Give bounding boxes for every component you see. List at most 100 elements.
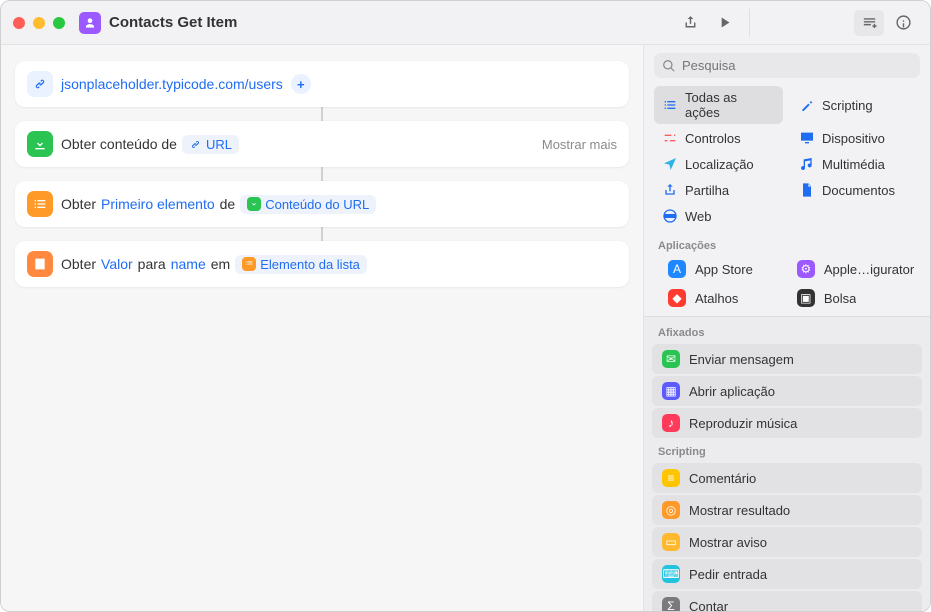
share-button[interactable]: [675, 10, 705, 36]
window: Contacts Get Item jsonplaceholder: [0, 0, 931, 612]
list-item-variable-pill[interactable]: Elemento da lista: [235, 255, 367, 274]
location-icon: [662, 156, 678, 172]
action-url[interactable]: jsonplaceholder.typicode.com/users +: [15, 61, 629, 107]
app-stocks[interactable]: ▣ Bolsa: [783, 284, 928, 312]
category-all-actions[interactable]: Todas as ações: [654, 86, 783, 124]
app-apple-configurator[interactable]: ⚙ Apple…igurator: [783, 255, 928, 283]
scripting-count[interactable]: Σ Contar: [652, 591, 922, 611]
toolbar-divider: [749, 9, 750, 37]
url-value[interactable]: jsonplaceholder.typicode.com/users: [61, 76, 283, 92]
display-icon: [799, 130, 815, 146]
sidebar: Todas as ações Scripting Controlos Dispo…: [643, 45, 930, 611]
contents-variable-pill[interactable]: Conteúdo do URL: [240, 195, 376, 214]
category-device[interactable]: Dispositivo: [791, 126, 920, 150]
category-documents[interactable]: Documentos: [791, 178, 920, 202]
key[interactable]: name: [171, 256, 206, 272]
alert-icon: ▭: [662, 533, 680, 551]
category-label: Scripting: [822, 98, 873, 113]
apps-header: Aplicações: [644, 234, 930, 255]
label: Obter conteúdo de: [61, 136, 177, 152]
param[interactable]: Valor: [101, 256, 133, 272]
pill-text: Elemento da lista: [260, 257, 360, 272]
scripting-show-alert[interactable]: ▭ Mostrar aviso: [652, 527, 922, 557]
scripting-ask-input[interactable]: ⌨ Pedir entrada: [652, 559, 922, 589]
window-title: Contacts Get Item: [109, 14, 237, 31]
list-icon: [662, 97, 678, 113]
minimize-window[interactable]: [33, 17, 45, 29]
connector: [321, 107, 323, 121]
maximize-window[interactable]: [53, 17, 65, 29]
input-icon: ⌨: [662, 565, 680, 583]
in-label: em: [211, 256, 230, 272]
share-icon: [662, 182, 678, 198]
pill-text: Conteúdo do URL: [265, 197, 369, 212]
link-icon: [27, 71, 53, 97]
script-label: Comentário: [689, 471, 756, 486]
show-more-button[interactable]: Mostrar mais: [542, 137, 617, 152]
library-button[interactable]: [854, 10, 884, 36]
scripting-comment[interactable]: ≡ Comentário: [652, 463, 922, 493]
run-button[interactable]: [709, 10, 739, 36]
category-sharing[interactable]: Partilha: [654, 178, 783, 202]
label: Obter: [61, 196, 96, 212]
label: Obter: [61, 256, 96, 272]
add-url-button[interactable]: +: [291, 74, 311, 94]
app-shortcuts[interactable]: ◆ Atalhos: [654, 284, 767, 312]
action-get-contents[interactable]: Obter conteúdo de URL Mostrar mais: [15, 121, 629, 167]
category-grid: Todas as ações Scripting Controlos Dispo…: [644, 86, 930, 234]
dictionary-icon: [27, 251, 53, 277]
category-label: Localização: [685, 157, 754, 172]
app-app-store[interactable]: A App Store: [654, 255, 767, 283]
scripting-header: Scripting: [644, 440, 930, 461]
scripting-show-result[interactable]: ◎ Mostrar resultado: [652, 495, 922, 525]
category-scripting[interactable]: Scripting: [791, 86, 920, 124]
lower-panel: Afixados ✉ Enviar mensagem ▦ Abrir aplic…: [644, 316, 930, 611]
traffic-lights: [13, 17, 65, 29]
for-label: para: [138, 256, 166, 272]
param[interactable]: Primeiro elemento: [101, 196, 215, 212]
category-controls[interactable]: Controlos: [654, 126, 783, 150]
pinned-header: Afixados: [644, 321, 930, 342]
action-get-first[interactable]: Obter Primeiro elemento de Conteúdo do U…: [15, 181, 629, 227]
pill-text: URL: [206, 137, 232, 152]
music-icon: [799, 156, 815, 172]
open-app-icon: ▦: [662, 382, 680, 400]
wand-icon: [799, 97, 815, 113]
pinned-open-app[interactable]: ▦ Abrir aplicação: [652, 376, 922, 406]
shortcut-icon: [79, 12, 101, 34]
music-icon: ♪: [662, 414, 680, 432]
category-location[interactable]: Localização: [654, 152, 783, 176]
category-label: Partilha: [685, 183, 729, 198]
close-window[interactable]: [13, 17, 25, 29]
category-label: Multimédia: [822, 157, 885, 172]
script-label: Mostrar aviso: [689, 535, 767, 550]
pin-label: Abrir aplicação: [689, 384, 775, 399]
script-label: Contar: [689, 599, 728, 612]
app-label: Atalhos: [695, 291, 738, 306]
pin-label: Enviar mensagem: [689, 352, 794, 367]
url-variable-pill[interactable]: URL: [182, 135, 239, 154]
messages-icon: ✉: [662, 350, 680, 368]
category-label: Controlos: [685, 131, 741, 146]
download-icon: [27, 131, 53, 157]
result-icon: ◎: [662, 501, 680, 519]
apps-grid: A App Store ⚙ Apple…igurator ◆ Atalhos ▣…: [644, 255, 930, 316]
category-label: Dispositivo: [822, 131, 885, 146]
script-label: Pedir entrada: [689, 567, 767, 582]
pinned-play-music[interactable]: ♪ Reproduzir música: [652, 408, 922, 438]
list-icon: [27, 191, 53, 217]
category-label: Documentos: [822, 183, 895, 198]
globe-icon: [662, 208, 678, 224]
search-field[interactable]: [654, 53, 920, 78]
pinned-send-message[interactable]: ✉ Enviar mensagem: [652, 344, 922, 374]
shortcuts-icon: ◆: [668, 289, 686, 307]
category-web[interactable]: Web: [654, 204, 783, 228]
action-get-value[interactable]: Obter Valor para name em Elemento da lis…: [15, 241, 629, 287]
search-input[interactable]: [682, 58, 912, 73]
configurator-icon: ⚙: [797, 260, 815, 278]
connector: [321, 227, 323, 241]
titlebar: Contacts Get Item: [1, 1, 930, 45]
body: jsonplaceholder.typicode.com/users + Obt…: [1, 45, 930, 611]
info-button[interactable]: [888, 10, 918, 36]
category-media[interactable]: Multimédia: [791, 152, 920, 176]
